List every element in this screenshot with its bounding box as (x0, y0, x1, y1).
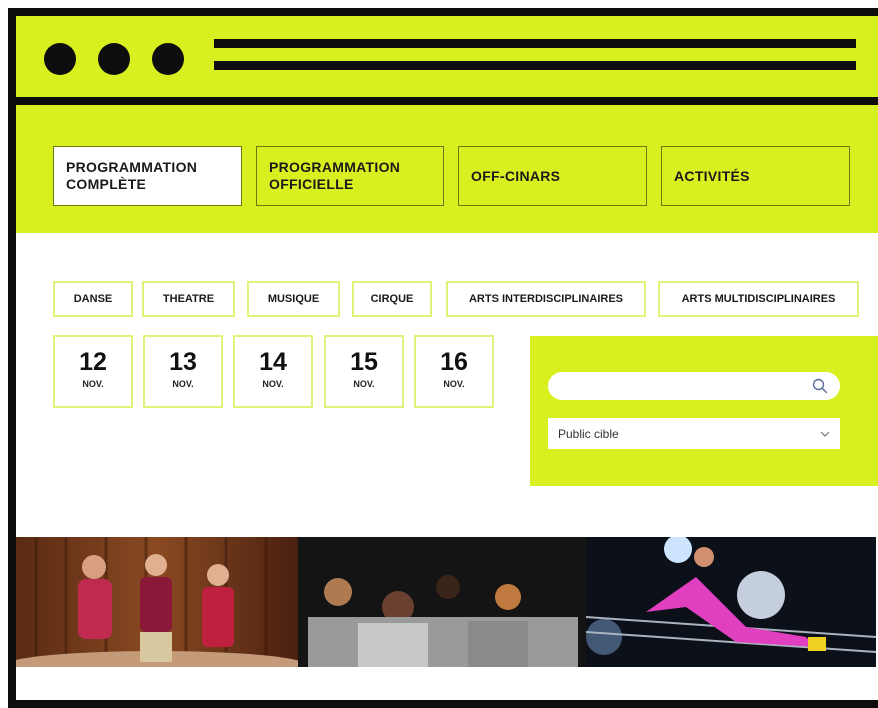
window-titlebar (16, 16, 878, 105)
search-field[interactable] (548, 372, 840, 402)
date-filter-13[interactable]: 13 NOV. (143, 335, 223, 408)
category-label: CIRQUE (370, 293, 414, 305)
tab-label: ACTIVITÉS (674, 167, 750, 184)
filter-panel: Public cible (530, 336, 878, 486)
date-month: NOV. (443, 379, 465, 389)
date-day: 15 (350, 348, 378, 376)
category-filter-cirque[interactable]: CIRQUE (352, 281, 432, 317)
date-month: NOV. (172, 379, 194, 389)
search-input[interactable] (560, 372, 804, 402)
date-month: NOV. (262, 379, 284, 389)
date-filter-14[interactable]: 14 NOV. (233, 335, 313, 408)
category-filter-arts-interdisciplinaires[interactable]: ARTS INTERDISCIPLINAIRES (446, 281, 646, 317)
date-day: 12 (79, 348, 107, 376)
category-label: ARTS INTERDISCIPLINAIRES (468, 293, 623, 305)
tab-label: PROGRAMMATION OFFICIELLE (269, 159, 401, 192)
tab-activites[interactable]: ACTIVITÉS (661, 146, 850, 206)
chevron-down-icon (820, 431, 830, 437)
event-photo-theatre[interactable] (298, 537, 586, 667)
category-label: ARTS MULTIDISCIPLINAIRES (681, 293, 836, 305)
address-bar-line (214, 39, 856, 48)
event-photo-circus[interactable] (586, 537, 876, 667)
main-navigation: PROGRAMMATION COMPLÈTE PROGRAMMATION OFF… (16, 105, 878, 233)
window-dot-icon (44, 43, 76, 75)
category-filter-theatre[interactable]: THEATRE (142, 281, 235, 317)
tab-programmation-officielle[interactable]: PROGRAMMATION OFFICIELLE (256, 146, 444, 206)
category-filter-danse[interactable]: DANSE (53, 281, 133, 317)
tab-programmation-complete[interactable]: PROGRAMMATION COMPLÈTE (53, 146, 242, 206)
date-day: 14 (259, 348, 287, 376)
date-filter-12[interactable]: 12 NOV. (53, 335, 133, 408)
browser-window: PROGRAMMATION COMPLÈTE PROGRAMMATION OFF… (8, 8, 878, 708)
audience-select[interactable]: Public cible (548, 418, 840, 449)
audience-select-value: Public cible (558, 426, 619, 441)
tab-label: OFF-CINARS (471, 167, 561, 184)
date-month: NOV. (82, 379, 104, 389)
date-filter-15[interactable]: 15 NOV. (324, 335, 404, 408)
category-filter-arts-multidisciplinaires[interactable]: ARTS MULTIDISCIPLINAIRES (658, 281, 859, 317)
date-day: 13 (169, 348, 197, 376)
tab-off-cinars[interactable]: OFF-CINARS (458, 146, 647, 206)
date-filter-16[interactable]: 16 NOV. (414, 335, 494, 408)
window-dot-icon (152, 43, 184, 75)
date-day: 16 (440, 348, 468, 376)
address-bar-line (214, 61, 856, 70)
date-month: NOV. (353, 379, 375, 389)
category-label: MUSIQUE (267, 293, 320, 305)
tab-label: PROGRAMMATION COMPLÈTE (66, 159, 198, 192)
event-photo-strip (16, 537, 878, 667)
event-photo-cabaret[interactable] (16, 537, 298, 667)
search-icon[interactable] (812, 378, 828, 394)
category-filter-musique[interactable]: MUSIQUE (247, 281, 340, 317)
window-dot-icon (98, 43, 130, 75)
category-label: DANSE (73, 293, 113, 305)
category-label: THEATRE (162, 293, 215, 305)
